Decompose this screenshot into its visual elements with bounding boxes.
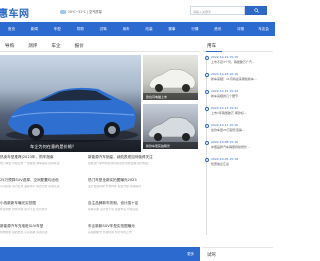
news-title[interactable]: 自主品牌新车亮相，设计感十足 (88, 201, 183, 206)
timeline-dot (204, 106, 209, 111)
news-item[interactable]: 新能源汽车充电桩SUV车型 充电便利 续航出色 空间宽敞 家用首选 (0, 224, 95, 249)
news-item[interactable]: 热卖车型推荐|2023年，购车指南 热门车型 价格走势 一文看懂 购车指南 值得… (0, 155, 95, 180)
news-desc: 实拍图曝光 外观时尚 预计年内上市 (88, 231, 132, 234)
category-tabs: 导购 测评 车企 报价 (0, 40, 200, 52)
tab-guide[interactable]: 导购 (5, 43, 14, 49)
timeline-dot (204, 55, 209, 60)
news-title[interactable]: 小改款新车曝光实拍图 (0, 201, 95, 206)
search-placeholder: 请输入关键字 (193, 9, 212, 14)
timeline-dot (204, 89, 209, 94)
timeline-time: 2022-10-11 15:16 (211, 123, 239, 127)
car-image (6, 87, 138, 142)
timeline-time: 2022-10-18 15:16 (211, 72, 239, 76)
news-item[interactable]: 小改款新车曝光实拍图 外观调整 内饰升级 动力不变 售价预计 (0, 201, 95, 226)
nav-item[interactable]: 新闻 (23, 27, 46, 32)
nav-item[interactable]: 资讯 (206, 27, 229, 32)
news-desc: 设计更加时尚 外观内饰 配置升级 值得期待 (88, 185, 142, 188)
news-item[interactable]: 热门车型全新实拍图曝光2023 设计更加时尚 外观内饰 配置升级 值得期待 (88, 178, 183, 203)
thumbnail-caption: 欧拉闪电猫上市 (143, 93, 198, 100)
timeline-line (206, 55, 207, 235)
tab-automaker[interactable]: 车企 (51, 43, 60, 49)
news-title[interactable]: 车企新款SUV车型实拍图曝光 (88, 224, 183, 229)
news-item[interactable]: 新能源汽车销量，续航表现如何值得关注 新能源汽车市场表现持续强劲 续航里程 提升… (88, 155, 183, 180)
news-title[interactable]: 热卖车型推荐|2023年，购车指南 (0, 155, 95, 160)
nav-item[interactable]: 评测 (229, 27, 252, 32)
search-button[interactable] (245, 6, 267, 15)
nav-item[interactable]: 车友会 (252, 27, 275, 32)
news-desc: 空间配置 动力表现 油耗水平 综合分析 实用之选 (0, 185, 60, 188)
news-desc: 热门车型 价格走势 一文看懂 购车指南 值得关注 (0, 162, 60, 165)
nav-item[interactable]: 用车 (115, 27, 138, 32)
timeline-dot (204, 72, 209, 77)
search-icon (253, 8, 259, 13)
nav-item[interactable]: 车型 (46, 27, 69, 32)
news-item[interactable]: 25万预算SUV选择，空间配置均出色 空间配置 动力表现 油耗水平 综合分析 实… (0, 178, 95, 203)
timeline-text[interactable]: 优惠信息汇总 (211, 162, 273, 166)
main-nav: 首页 新闻 车型 导购 试驾 用车 改装 赛事 行情 资讯 评测 车友会 (0, 22, 275, 36)
timeline-time: 2022-10-19 15:15 (211, 55, 239, 59)
timeline-dot (204, 157, 209, 162)
hero-slide[interactable]: 车企为何在意的是价格？ (0, 55, 141, 152)
timeline-time: 2022-10-15 15:24 (211, 89, 239, 93)
news-title[interactable]: 新能源汽车销量，续航表现如何值得关注 (88, 155, 183, 160)
weather-widget: 20℃~32℃ | 空气质量 (60, 9, 102, 14)
tab-review[interactable]: 测评 (28, 43, 37, 49)
news-desc: 新车亮相 设计感十足 配置丰富 价格亲民 (88, 208, 139, 211)
timeline-text[interactable]: 上市不足3个月，销量破万广汽... (211, 60, 273, 64)
news-title[interactable]: 25万预算SUV选择，空间配置均出色 (0, 178, 95, 183)
timeline-dot (204, 123, 209, 128)
more-link[interactable]: 更多 (187, 251, 194, 256)
timeline-time: 2022-10-13 15:31 (211, 106, 239, 110)
nav-item[interactable]: 导购 (69, 27, 92, 32)
weather-icon (60, 9, 66, 14)
thumbnail-card[interactable]: 欧拉闪电猫上市 (143, 55, 198, 100)
nav-item[interactable]: 行情 (183, 27, 206, 32)
timeline-dot (204, 140, 209, 145)
nav-item[interactable]: 首页 (0, 27, 23, 32)
timeline-text[interactable]: 中国品牌汽车销量持续增长... (211, 145, 273, 149)
logo-text: 惠车网 (0, 9, 30, 20)
news-item[interactable]: 自主品牌新车亮相，设计感十足 新车亮相 设计感十足 配置丰富 价格亲民 (88, 201, 183, 226)
timeline-time: 2022-10-08 15:10 (211, 140, 239, 144)
thumbnail-caption: 新款车型实拍曝光 (143, 142, 198, 149)
news-title[interactable]: 热门车型全新实拍图曝光2023 (88, 178, 183, 183)
thumbnail-card[interactable]: 新款车型实拍曝光 (143, 104, 198, 149)
news-desc: 充电便利 续航出色 空间宽敞 家用首选 (0, 231, 48, 234)
nav-item[interactable]: 改装 (138, 27, 161, 32)
sidebar-section-title: 试驾 (203, 247, 273, 261)
more-bar[interactable]: 更多 (0, 247, 200, 261)
weather-text: 20℃~32℃ | 空气质量 (68, 10, 102, 14)
tab-price[interactable]: 报价 (75, 43, 84, 49)
timeline-text[interactable]: 新车亮相！11月将迎来哪些新车... (211, 77, 273, 81)
timeline-text[interactable]: 新车亮相的几个细节 (211, 94, 273, 98)
news-title[interactable]: 新能源汽车充电桩SUV车型 (0, 224, 95, 229)
site-logo[interactable]: 惠车网 (0, 5, 30, 20)
sidebar-title: 用车 (203, 40, 273, 52)
timeline-text[interactable]: 这款车型25万起售值得... (211, 128, 273, 132)
header: 惠车网 20℃~32℃ | 空气质量 请输入关键字 (0, 0, 275, 22)
search-input[interactable]: 请输入关键字 (190, 6, 245, 15)
hero-caption: 车企为何在意的是价格？ (0, 140, 141, 152)
news-desc: 外观调整 内饰升级 动力不变 售价预计 (0, 208, 48, 211)
timeline-time: 2022-10-05 15:18 (211, 157, 239, 161)
nav-item[interactable]: 试驾 (92, 27, 115, 32)
news-desc: 新能源汽车市场表现持续强劲 续航里程 提升明显 (88, 162, 149, 165)
timeline-text[interactable]: 上市1年销量破万 哪款好... (211, 111, 273, 115)
news-item[interactable]: 车企新款SUV车型实拍图曝光 实拍图曝光 外观时尚 预计年内上市 (88, 224, 183, 249)
nav-item[interactable]: 赛事 (160, 27, 183, 32)
